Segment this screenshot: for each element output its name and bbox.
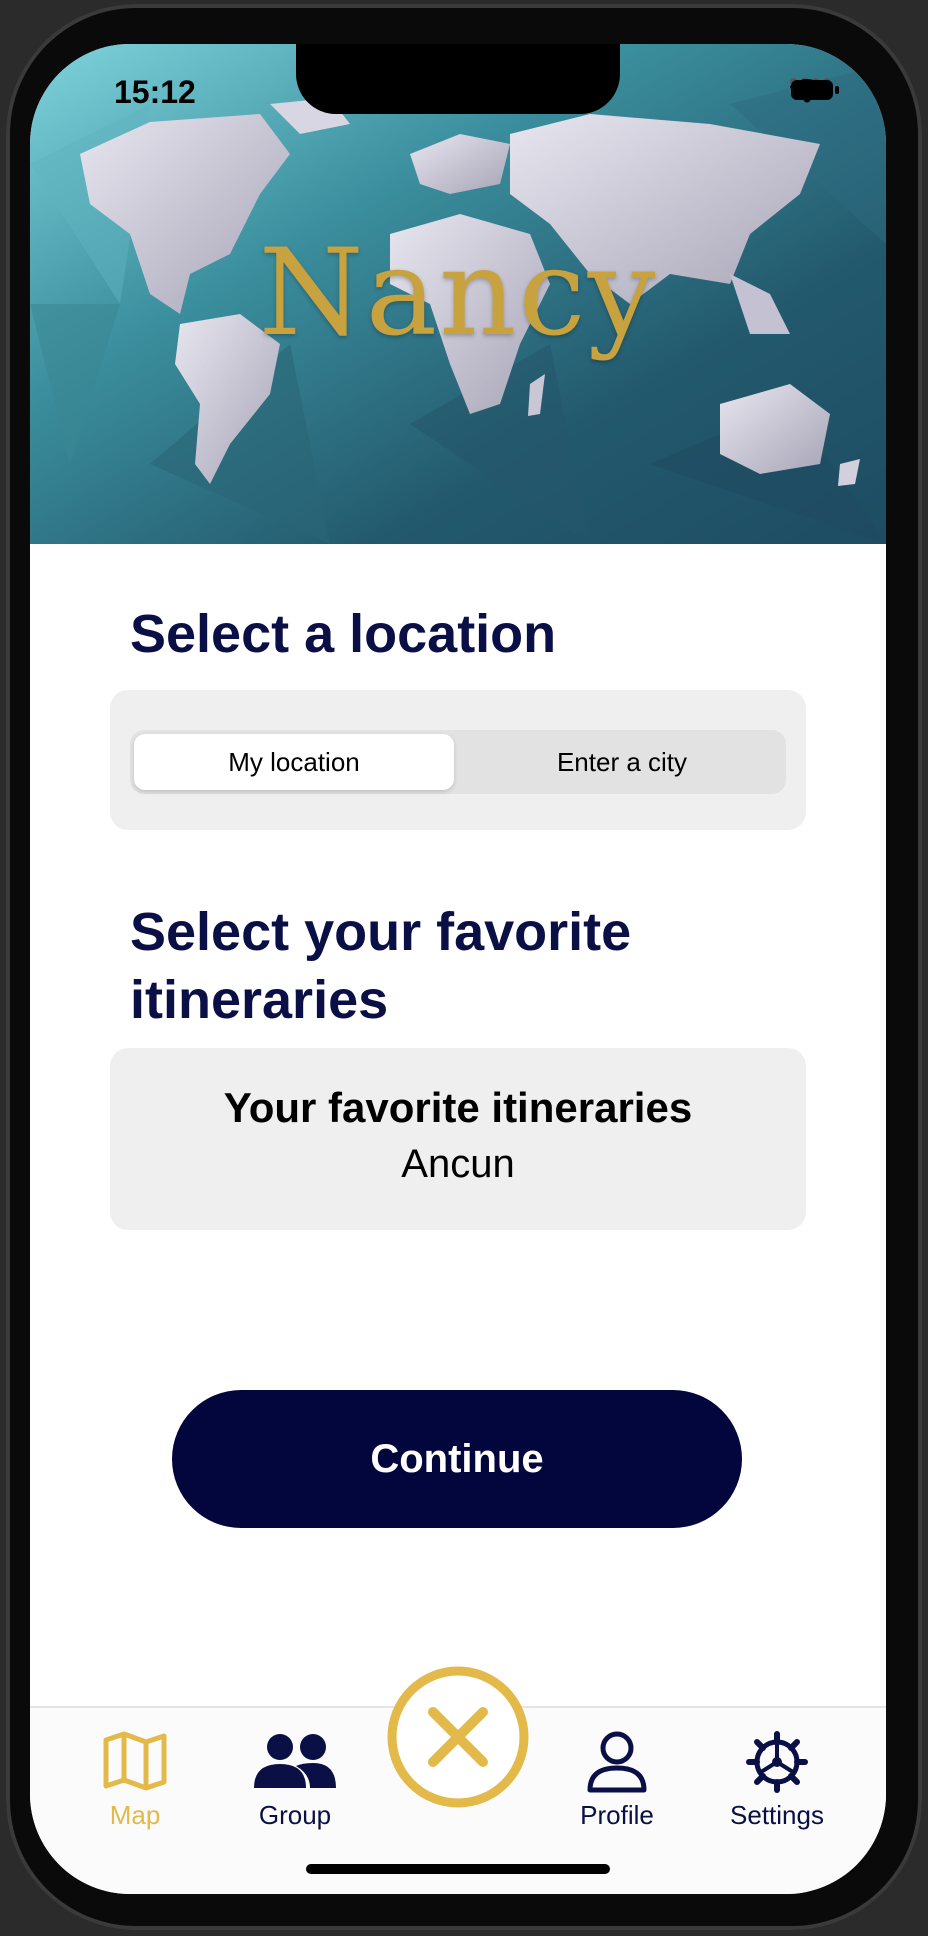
tab-group[interactable]: Group <box>230 1708 360 1830</box>
location-section-title: Select a location <box>130 604 557 664</box>
location-segmented-control: My location Enter a city <box>130 730 786 794</box>
status-time: 15:12 <box>114 74 196 110</box>
profile-icon <box>587 1731 647 1793</box>
center-action-button[interactable] <box>387 1666 529 1808</box>
itineraries-section-title-line2: itineraries <box>130 970 389 1030</box>
close-icon <box>387 1666 529 1808</box>
group-icon <box>254 1734 336 1788</box>
app-screen: Nancy 15:12 Select a location My locatio… <box>30 44 886 1894</box>
location-card: My location Enter a city <box>110 690 806 830</box>
tab-profile-label: Profile <box>580 1800 654 1830</box>
home-indicator[interactable] <box>306 1864 610 1874</box>
continue-button[interactable]: Continue <box>172 1390 742 1528</box>
tab-map[interactable]: Map <box>70 1708 200 1830</box>
gear-icon <box>746 1731 808 1793</box>
tab-profile[interactable]: Profile <box>552 1708 682 1830</box>
tab-map-label: Map <box>109 1800 161 1830</box>
tab-group-label: Group <box>258 1800 332 1830</box>
segment-my-location[interactable]: My location <box>134 734 454 790</box>
header-banner: Nancy 15:12 <box>30 44 886 544</box>
favorite-itineraries-title: Your favorite itineraries <box>223 1084 693 1131</box>
favorite-itineraries-value: Ancun <box>401 1142 515 1186</box>
device-notch <box>296 44 620 114</box>
tab-settings-label: Settings <box>730 1800 824 1830</box>
map-icon <box>103 1731 167 1791</box>
segment-enter-city[interactable]: Enter a city <box>462 734 782 790</box>
battery-icon <box>791 80 839 100</box>
device-frame: Nancy 15:12 Select a location My locatio… <box>0 0 928 1936</box>
brand-title: Nancy <box>258 224 658 363</box>
favorite-itineraries-card[interactable]: Your favorite itineraries Ancun <box>110 1048 806 1230</box>
tab-settings[interactable]: Settings <box>712 1708 842 1830</box>
itineraries-section-title-line1: Select your favorite <box>130 902 632 962</box>
status-icons <box>790 78 839 103</box>
